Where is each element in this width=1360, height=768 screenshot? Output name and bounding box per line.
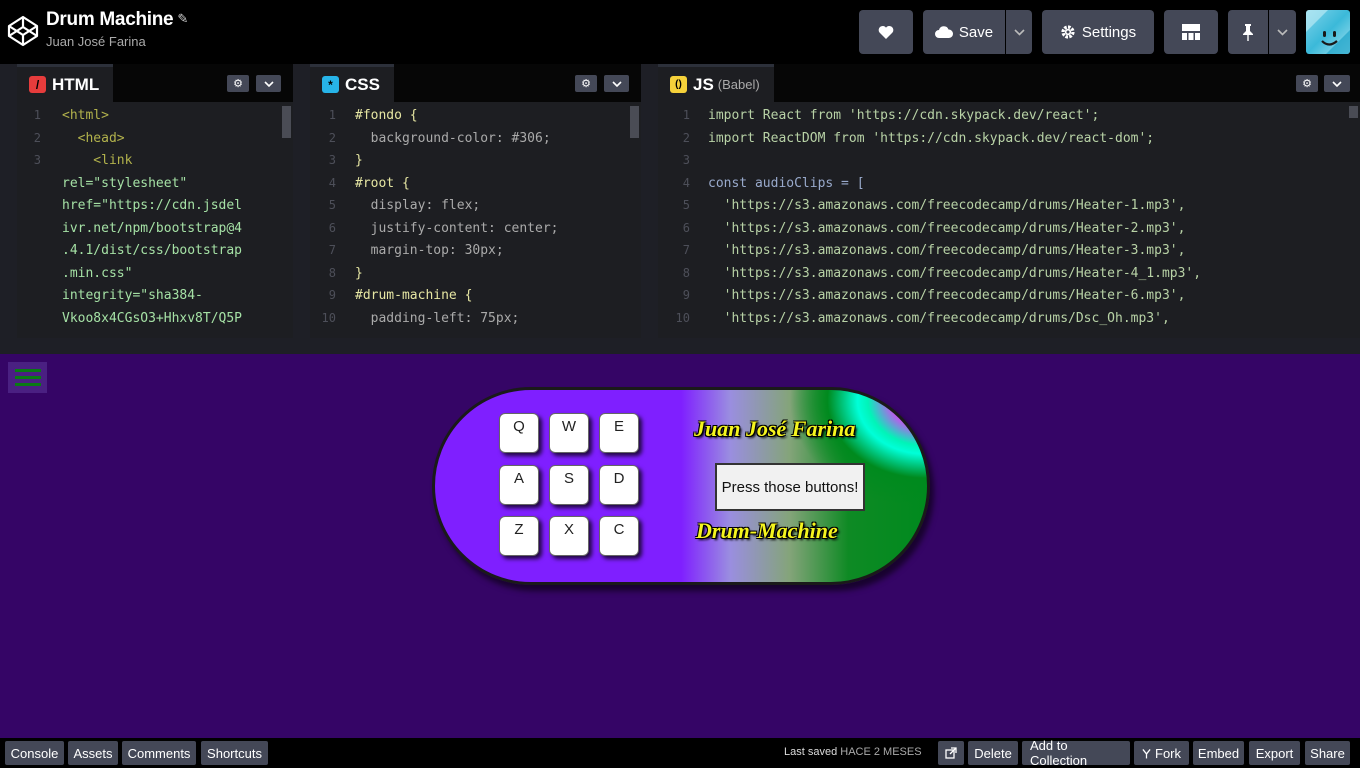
last-saved-status: Last saved HACE 2 MESES xyxy=(784,746,922,758)
share-button[interactable]: Share xyxy=(1305,741,1350,765)
last-saved-value: HACE 2 MESES xyxy=(840,746,922,758)
pen-title[interactable]: Drum Machine xyxy=(46,9,174,31)
drum-pad-s[interactable]: S xyxy=(549,465,589,505)
heart-icon xyxy=(878,25,894,39)
editor-panels: / HTML ⚙ 1 <html> 2 <head> 3 <link rel="s… xyxy=(0,64,1360,338)
bottom-bar: Console Assets Comments Shortcuts Last s… xyxy=(0,738,1360,768)
layout-grid-icon xyxy=(1182,24,1200,40)
drum-pad-q[interactable]: Q xyxy=(499,413,539,453)
author-name-heading: Juan José Farina xyxy=(694,416,856,441)
drum-pad-c[interactable]: C xyxy=(599,516,639,556)
cloud-icon xyxy=(934,26,953,38)
save-label: Save xyxy=(958,23,994,41)
drum-pad-e[interactable]: E xyxy=(599,413,639,453)
settings-label: Settings xyxy=(1081,23,1137,41)
export-button[interactable]: Export xyxy=(1249,741,1300,765)
heart-button[interactable] xyxy=(859,10,913,54)
delete-button[interactable]: Delete xyxy=(968,741,1018,765)
pin-dropdown-button[interactable] xyxy=(1269,10,1296,54)
tab-html-label: HTML xyxy=(52,74,100,94)
html-editor-pane: / HTML ⚙ 1 <html> 2 <head> 3 <link rel="s… xyxy=(17,64,293,338)
js-scrollbar[interactable] xyxy=(1349,106,1358,118)
settings-button[interactable]: Settings xyxy=(1042,10,1154,54)
css-collapse-button[interactable] xyxy=(604,75,629,92)
html-tabbar: / HTML ⚙ xyxy=(17,64,293,102)
css-code[interactable]: 1 #fondo { 2 background-color: #306; 3} 4… xyxy=(310,108,641,338)
tab-css[interactable]: * CSS xyxy=(310,64,394,102)
html-settings-button[interactable]: ⚙ xyxy=(227,75,249,92)
css-scrollbar[interactable] xyxy=(630,106,639,138)
css-settings-button[interactable]: ⚙ xyxy=(575,75,597,92)
pen-title-block: Drum Machine ✎ Juan José Farina xyxy=(46,9,188,49)
assets-button[interactable]: Assets xyxy=(68,741,118,765)
save-dropdown-button[interactable] xyxy=(1006,10,1032,54)
open-external-button[interactable] xyxy=(938,741,964,765)
gear-icon: ⚙ xyxy=(233,78,243,90)
chevron-down-icon xyxy=(263,80,274,87)
tab-html[interactable]: / HTML xyxy=(17,64,114,102)
pin-button[interactable] xyxy=(1228,10,1268,54)
pin-icon xyxy=(1243,24,1253,41)
sound-display: Press those buttons! xyxy=(715,463,865,511)
js-tabbar: () JS (Babel) ⚙ xyxy=(658,64,1360,102)
change-view-button[interactable] xyxy=(1164,10,1218,54)
machine-title: Drum-Machine xyxy=(696,518,838,543)
drum-pad-w[interactable]: W xyxy=(549,413,589,453)
html-collapse-button[interactable] xyxy=(256,75,281,92)
gear-icon: ⚙ xyxy=(1302,78,1312,90)
codepen-logo-icon[interactable] xyxy=(6,14,40,48)
js-code[interactable]: 1 import React from 'https://cdn.skypack.… xyxy=(658,108,1360,338)
user-avatar[interactable] xyxy=(1306,10,1350,54)
save-button[interactable]: Save xyxy=(923,10,1005,54)
html-scrollbar[interactable] xyxy=(282,106,291,138)
resize-divider[interactable] xyxy=(0,338,1360,354)
chevron-down-icon xyxy=(611,80,622,87)
css-asterisk-icon: * xyxy=(322,76,339,93)
console-button[interactable]: Console xyxy=(5,741,64,765)
css-tabbar: * CSS ⚙ xyxy=(310,64,641,102)
embed-button[interactable]: Embed xyxy=(1193,741,1244,765)
gear-icon: ⚙ xyxy=(581,78,591,90)
external-link-icon xyxy=(945,747,957,759)
html-code[interactable]: 1 <html> 2 <head> 3 <link rel="stylesheet… xyxy=(17,108,293,338)
tab-js[interactable]: () JS (Babel) xyxy=(658,64,774,102)
js-braces-icon: () xyxy=(670,76,687,93)
result-preview: Q W E A S D Z X C Juan José Farina Press… xyxy=(0,354,1360,738)
tab-js-preprocessor: (Babel) xyxy=(717,77,760,92)
top-header: Drum Machine ✎ Juan José Farina Save Sett… xyxy=(0,0,1360,64)
js-settings-button[interactable]: ⚙ xyxy=(1296,75,1318,92)
fork-label: Fork xyxy=(1155,745,1181,761)
add-to-collection-button[interactable]: Add to Collection xyxy=(1022,738,1130,768)
drum-pad-z[interactable]: Z xyxy=(499,516,539,556)
chevron-down-icon xyxy=(1013,28,1025,36)
gear-icon xyxy=(1061,25,1075,39)
pencil-edit-icon[interactable]: ✎ xyxy=(177,11,188,27)
fork-icon xyxy=(1142,748,1151,758)
comments-button[interactable]: Comments xyxy=(122,741,196,765)
css-editor-pane: * CSS ⚙ 1 #fondo { 2 background-color: #3… xyxy=(310,64,641,338)
tab-css-label: CSS xyxy=(345,74,380,94)
drum-pad-d[interactable]: D xyxy=(599,465,639,505)
drum-pad-a[interactable]: A xyxy=(499,465,539,505)
avatar-face-icon xyxy=(1306,10,1350,54)
chevron-down-icon xyxy=(1332,80,1342,87)
html-slash-icon: / xyxy=(29,76,46,93)
drum-machine: Q W E A S D Z X C Juan José Farina Press… xyxy=(432,387,930,585)
hamburger-menu-icon[interactable] xyxy=(8,362,47,393)
tab-js-label: JS xyxy=(693,74,714,94)
pen-author[interactable]: Juan José Farina xyxy=(46,34,188,49)
shortcuts-button[interactable]: Shortcuts xyxy=(201,741,268,765)
js-editor-pane: () JS (Babel) ⚙ 1 import React from 'http… xyxy=(658,64,1360,338)
last-saved-label: Last saved xyxy=(784,746,838,758)
drum-pad-x[interactable]: X xyxy=(549,516,589,556)
chevron-down-icon xyxy=(1277,28,1288,36)
js-collapse-button[interactable] xyxy=(1324,75,1350,92)
fork-button[interactable]: Fork xyxy=(1134,741,1189,765)
